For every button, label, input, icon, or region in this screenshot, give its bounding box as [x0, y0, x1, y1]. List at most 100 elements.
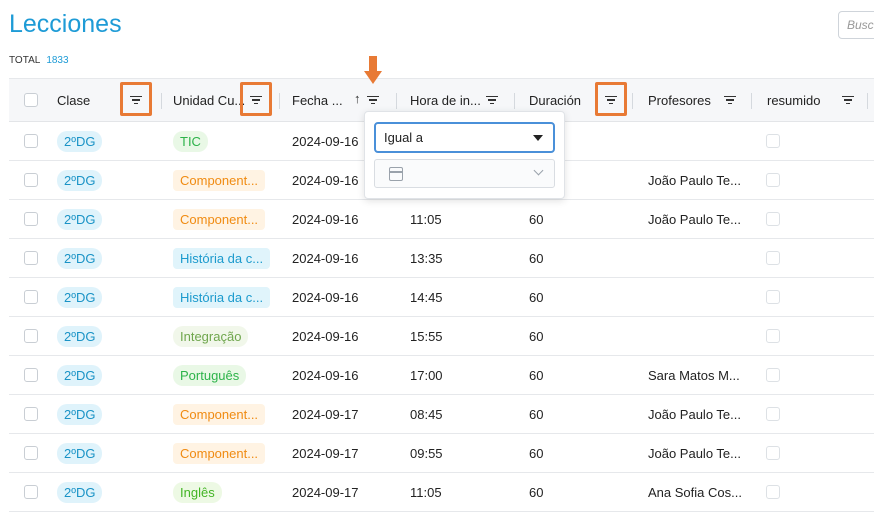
row-checkbox[interactable] — [24, 368, 38, 382]
cell-profesores: João Paulo Te... — [648, 172, 741, 188]
resumido-checkbox[interactable] — [766, 212, 780, 226]
resumido-checkbox[interactable] — [766, 290, 780, 304]
cell-fecha: 2024-09-16 — [292, 367, 359, 383]
cell-unidad: Component... — [173, 434, 266, 472]
column-divider[interactable] — [279, 93, 280, 109]
cell-fecha: 2024-09-17 — [292, 406, 359, 422]
resumido-checkbox[interactable] — [766, 446, 780, 460]
cell-profesores: Sara Matos M... — [648, 367, 740, 383]
header-clase[interactable]: Clase — [57, 79, 90, 121]
cell-resumido — [766, 473, 780, 511]
resumido-checkbox[interactable] — [766, 134, 780, 148]
filter-icon[interactable] — [722, 92, 738, 108]
cell-hora: 08:45 — [410, 406, 443, 422]
filter-operator-value: Igual a — [384, 130, 424, 145]
column-divider[interactable] — [867, 93, 868, 109]
cell-hora: 13:35 — [410, 250, 443, 266]
row-checkbox[interactable] — [24, 329, 38, 343]
cell-resumido — [766, 200, 780, 238]
cell-profesores: João Paulo Te... — [648, 211, 741, 227]
cell-unidad: Component... — [173, 200, 266, 238]
filter-icon[interactable] — [248, 92, 264, 108]
header-fecha[interactable]: Fecha ... — [292, 79, 343, 121]
filter-date-input[interactable] — [374, 159, 555, 188]
date-filter-popup: Igual a — [364, 111, 565, 199]
select-all-checkbox-cell — [24, 79, 38, 121]
cell-resumido — [766, 395, 780, 433]
cell-duracion: 60 — [529, 250, 544, 266]
cell-resumido — [766, 239, 780, 277]
search-input[interactable]: Buscar — [838, 11, 874, 39]
column-divider[interactable] — [632, 93, 633, 109]
header-unidad[interactable]: Unidad Cu... — [173, 79, 245, 121]
total-count: 1833 — [46, 55, 69, 66]
select-all-checkbox[interactable] — [24, 93, 38, 107]
cell-resumido — [766, 278, 780, 316]
filter-operator-select[interactable]: Igual a — [374, 122, 555, 153]
row-checkbox[interactable] — [24, 251, 38, 265]
row-checkbox[interactable] — [24, 290, 38, 304]
cell-unidad: História da c... — [173, 278, 271, 316]
cell-duracion: 60 — [529, 367, 544, 383]
header-profesores[interactable]: Profesores — [648, 79, 711, 121]
resumido-checkbox[interactable] — [766, 173, 780, 187]
filter-icon[interactable] — [603, 92, 619, 108]
cell-hora: 15:55 — [410, 328, 443, 344]
resumido-checkbox[interactable] — [766, 251, 780, 265]
resumido-checkbox[interactable] — [766, 407, 780, 421]
cell-clase: 2ºDG — [57, 395, 103, 433]
filter-icon[interactable] — [128, 92, 144, 108]
unidad-tag: Component... — [173, 442, 266, 464]
table-row[interactable]: 2ºDG História da c... 2024-09-16 14:45 6… — [9, 278, 874, 317]
cell-clase: 2ºDG — [57, 161, 103, 199]
cell-resumido — [766, 356, 780, 394]
cell-duracion: 60 — [529, 289, 544, 305]
filter-icon[interactable] — [840, 92, 856, 108]
chevron-down-icon — [533, 165, 544, 176]
table-row[interactable]: 2ºDG Component... 2024-09-17 08:45 60 Jo… — [9, 395, 874, 434]
cell-duracion: 60 — [529, 484, 544, 500]
row-checkbox[interactable] — [24, 173, 38, 187]
row-checkbox-cell — [24, 278, 38, 316]
table-row[interactable]: 2ºDG Component... 2024-09-17 09:55 60 Jo… — [9, 434, 874, 473]
table-row[interactable]: 2ºDG História da c... 2024-09-16 13:35 6… — [9, 239, 874, 278]
row-checkbox[interactable] — [24, 485, 38, 499]
cell-fecha: 2024-09-16 — [292, 250, 359, 266]
clase-tag: 2ºDG — [57, 286, 103, 308]
cell-unidad: Component... — [173, 161, 266, 199]
cell-resumido — [766, 317, 780, 355]
cell-duracion: 60 — [529, 328, 544, 344]
filter-icon[interactable] — [484, 92, 500, 108]
column-divider[interactable] — [396, 93, 397, 109]
calendar-icon — [389, 167, 403, 181]
row-checkbox[interactable] — [24, 212, 38, 226]
row-checkbox[interactable] — [24, 134, 38, 148]
column-divider[interactable] — [161, 93, 162, 109]
resumido-checkbox[interactable] — [766, 329, 780, 343]
column-divider[interactable] — [751, 93, 752, 109]
table-row[interactable]: 2ºDG Integração 2024-09-16 15:55 60 — [9, 317, 874, 356]
filter-icon[interactable] — [365, 92, 381, 108]
unidad-tag: Component... — [173, 208, 266, 230]
cell-fecha: 2024-09-17 — [292, 445, 359, 461]
resumido-checkbox[interactable] — [766, 368, 780, 382]
column-divider[interactable] — [514, 93, 515, 109]
cell-profesores: João Paulo Te... — [648, 445, 741, 461]
header-resumido[interactable]: resumido — [767, 79, 820, 121]
caret-down-icon — [533, 135, 543, 141]
row-checkbox[interactable] — [24, 446, 38, 460]
unidad-tag: História da c... — [173, 247, 271, 269]
unidad-tag: Component... — [173, 169, 266, 191]
unidad-tag: Integração — [173, 325, 249, 347]
cell-resumido — [766, 122, 780, 160]
row-checkbox[interactable] — [24, 407, 38, 421]
resumido-checkbox[interactable] — [766, 485, 780, 499]
cell-duracion: 60 — [529, 211, 544, 227]
cell-duracion: 60 — [529, 445, 544, 461]
clase-tag: 2ºDG — [57, 403, 103, 425]
table-row[interactable]: 2ºDG Inglês 2024-09-17 11:05 60 Ana Sofi… — [9, 473, 874, 512]
table-row[interactable]: 2ºDG Component... 2024-09-16 11:05 60 Jo… — [9, 200, 874, 239]
arrow-up-icon[interactable]: ↑ — [354, 91, 361, 106]
row-checkbox-cell — [24, 395, 38, 433]
table-row[interactable]: 2ºDG Português 2024-09-16 17:00 60 Sara … — [9, 356, 874, 395]
